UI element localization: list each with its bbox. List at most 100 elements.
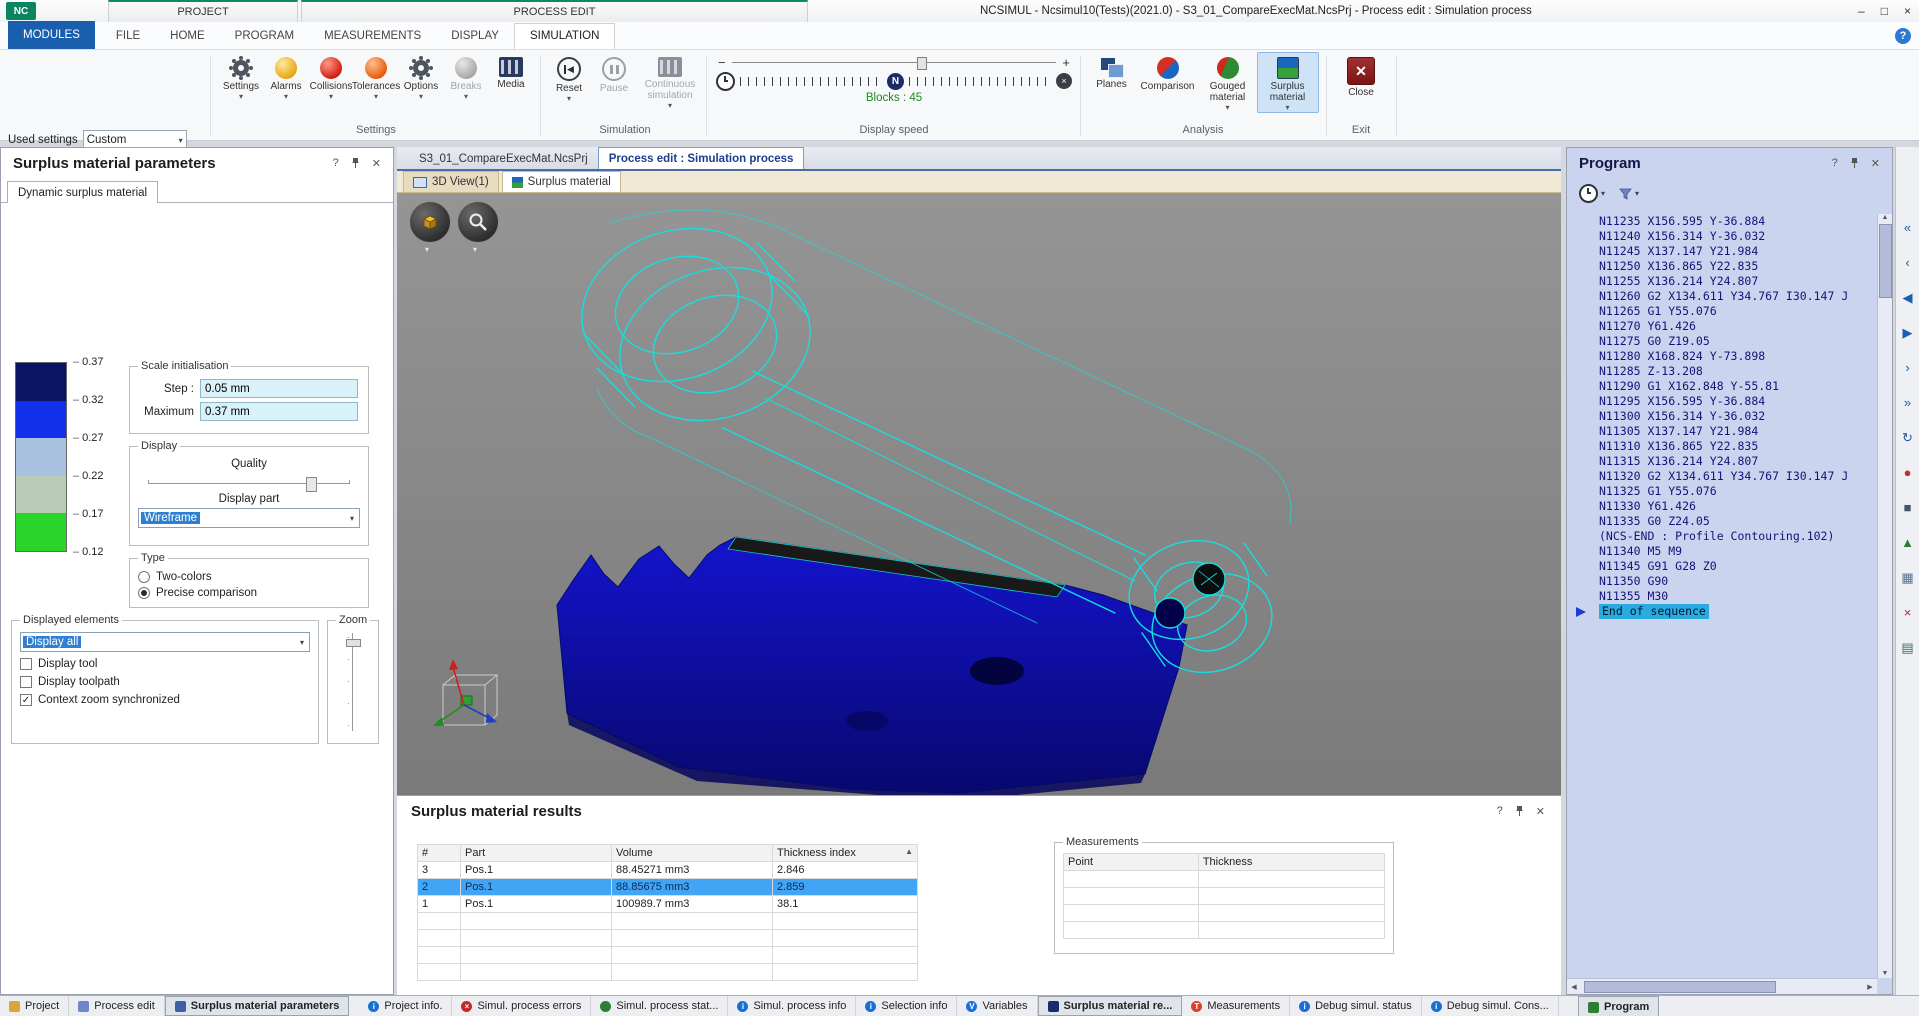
program-line[interactable]: N11285 Z-13.208 (1567, 364, 1877, 379)
sim-control-icon[interactable]: × (1899, 604, 1917, 622)
tab-surplus-material-view[interactable]: Surplus material (502, 171, 621, 192)
close-window-icon[interactable]: × (1904, 4, 1911, 18)
view-cube-button[interactable] (409, 201, 451, 243)
maximum-input[interactable] (200, 402, 358, 421)
plus-icon[interactable]: + (1062, 55, 1070, 70)
tab-program[interactable]: PROGRAM (220, 24, 309, 49)
program-line[interactable]: N11320 G2 X134.611 Y34.767 I30.147 J (1567, 469, 1877, 484)
displayed-elements-dropdown[interactable]: Display all ▾ (20, 632, 310, 652)
program-line[interactable]: N11255 X136.214 Y24.807 (1567, 274, 1877, 289)
statusbar-project-info[interactable]: iProject info. (359, 996, 452, 1016)
help-icon[interactable]: ? (1895, 28, 1911, 44)
program-line[interactable]: N11290 G1 X162.848 Y-55.81 (1567, 379, 1877, 394)
chevron-down-icon[interactable]: ▾ (425, 245, 429, 254)
measurements-table[interactable]: Point Thickness (1063, 853, 1385, 939)
statusbar-tab-project[interactable]: Project (0, 996, 69, 1016)
viewport-canvas[interactable] (397, 193, 1561, 795)
scroll-right-icon[interactable]: ▶ (1863, 983, 1877, 991)
close-panel-icon[interactable]: ✕ (1871, 157, 1880, 170)
gouged-material-button[interactable]: Gouged material▾ (1200, 52, 1256, 113)
minimize-icon[interactable]: – (1858, 4, 1865, 18)
pin-icon[interactable] (1849, 157, 1860, 169)
collisions-button[interactable]: Collisions▾ (309, 52, 353, 101)
quality-slider[interactable] (148, 476, 350, 490)
statusbar-process-errors[interactable]: ×Simul. process errors (452, 996, 591, 1016)
settings-button[interactable]: Settings▾ (219, 52, 263, 101)
options-button[interactable]: Options▾ (399, 52, 443, 101)
current-block-marker[interactable]: N (887, 73, 904, 90)
comparison-button[interactable]: Comparison (1137, 52, 1199, 113)
statusbar-process-info[interactable]: iSimul. process info (728, 996, 856, 1016)
sim-control-icon[interactable]: « (1899, 219, 1917, 237)
speed-slider[interactable] (732, 56, 1057, 69)
tab-display[interactable]: DISPLAY (436, 24, 514, 49)
program-line[interactable]: N11335 G0 Z24.05 (1567, 514, 1877, 529)
program-line[interactable]: N11340 M5 M9 (1567, 544, 1877, 559)
table-row-selected[interactable]: 2Pos.1 88.85675 mm32.859 (418, 879, 918, 896)
block-ruler[interactable] (909, 77, 1051, 86)
tab-process-edit-simulation[interactable]: Process edit : Simulation process (598, 147, 805, 169)
continuous-simulation-button[interactable]: Continuous simulation▾ (637, 52, 703, 110)
statusbar-measurements[interactable]: TMeasurements (1182, 996, 1290, 1016)
sim-control-icon[interactable]: ◀ (1899, 289, 1917, 307)
program-line[interactable]: N11325 G1 Y55.076 (1567, 484, 1877, 499)
zoom-tool-button[interactable] (457, 201, 499, 243)
scrollbar-thumb[interactable] (1879, 224, 1892, 298)
close-simulation-button[interactable]: ✕ Close (1339, 52, 1383, 98)
quality-slider-thumb[interactable] (306, 477, 317, 492)
program-line[interactable]: N11315 X136.214 Y24.807 (1567, 454, 1877, 469)
program-line[interactable]: N11235 X156.595 Y-36.884 (1567, 214, 1877, 229)
program-line[interactable]: N11275 G0 Z19.05 (1567, 334, 1877, 349)
close-panel-icon[interactable]: ✕ (372, 157, 381, 170)
program-line[interactable]: N11240 X156.314 Y-36.032 (1567, 229, 1877, 244)
two-colors-radio[interactable]: Two-colors (138, 571, 360, 583)
tab-file[interactable]: FILE (101, 24, 155, 49)
surplus-material-button[interactable]: Surplus material▾ (1257, 52, 1319, 113)
program-line[interactable]: N11330 Y61.426 (1567, 499, 1877, 514)
program-vertical-scrollbar[interactable]: ▲ ▼ (1877, 214, 1892, 978)
program-line[interactable]: N11295 X156.595 Y-36.884 (1567, 394, 1877, 409)
display-tool-checkbox[interactable]: Display tool (20, 658, 310, 670)
table-row[interactable]: 3Pos.1 88.45271 mm32.846 (418, 862, 918, 879)
program-line[interactable]: N11260 G2 X134.611 Y34.767 I30.147 J (1567, 289, 1877, 304)
scroll-up-icon[interactable]: ▲ (1882, 214, 1889, 221)
sim-control-icon[interactable]: ↻ (1899, 429, 1917, 447)
results-header-row[interactable]: # Part Volume Thickness index▲ (418, 845, 918, 862)
program-line[interactable]: (NCS-END : Profile Contouring.102) (1567, 529, 1877, 544)
minus-icon[interactable]: − (718, 55, 726, 70)
pause-button[interactable]: Pause (592, 52, 636, 110)
sim-control-icon[interactable]: › (1899, 359, 1917, 377)
results-table[interactable]: # Part Volume Thickness index▲ 3Pos.1 88… (417, 844, 918, 981)
display-toolpath-checkbox[interactable]: Display toolpath (20, 676, 310, 688)
program-listing[interactable]: N11235 X156.595 Y-36.884N11240 X156.314 … (1567, 214, 1877, 978)
filter-button[interactable]: ▾ (1619, 188, 1639, 200)
statusbar-variables[interactable]: VVariables (957, 996, 1037, 1016)
pin-icon[interactable] (350, 157, 361, 169)
reset-button[interactable]: ◀ Reset▾ (547, 52, 591, 110)
help-icon[interactable]: ? (1497, 805, 1503, 817)
statusbar-tab-surplus-parameters[interactable]: Surplus material parameters (165, 996, 350, 1016)
statusbar-process-stats[interactable]: Simul. process stat... (591, 996, 728, 1016)
zoom-slider[interactable] (345, 633, 361, 731)
pin-icon[interactable] (1514, 805, 1525, 817)
program-line[interactable]: N11250 X136.865 Y22.835 (1567, 259, 1877, 274)
sim-control-icon[interactable]: ▶ (1899, 324, 1917, 342)
sim-control-icon[interactable]: ● (1899, 464, 1917, 482)
program-horizontal-scrollbar[interactable]: ◀ ▶ (1567, 978, 1877, 994)
program-line[interactable]: N11345 G91 G28 Z0 (1567, 559, 1877, 574)
close-panel-icon[interactable]: ✕ (1536, 805, 1545, 818)
end-marker-icon[interactable]: × (1056, 73, 1072, 89)
sim-control-icon[interactable]: ■ (1899, 499, 1917, 517)
statusbar-tab-process-edit[interactable]: Process edit (69, 996, 165, 1016)
sim-control-icon[interactable]: ‹ (1899, 254, 1917, 272)
program-line[interactable]: N11245 X137.147 Y21.984 (1567, 244, 1877, 259)
precise-comparison-radio[interactable]: Precise comparison (138, 587, 360, 599)
statusbar-selection-info[interactable]: iSelection info (856, 996, 957, 1016)
tab-project-document[interactable]: S3_01_CompareExecMat.NcsPrj (409, 148, 598, 169)
history-button[interactable]: ▾ (1579, 184, 1605, 203)
help-icon[interactable]: ? (1832, 157, 1838, 169)
speed-slider-thumb[interactable] (917, 57, 927, 70)
current-program-line[interactable]: End of sequence (1599, 604, 1709, 619)
tab-home[interactable]: HOME (155, 24, 220, 49)
program-line[interactable]: N11280 X168.824 Y-73.898 (1567, 349, 1877, 364)
